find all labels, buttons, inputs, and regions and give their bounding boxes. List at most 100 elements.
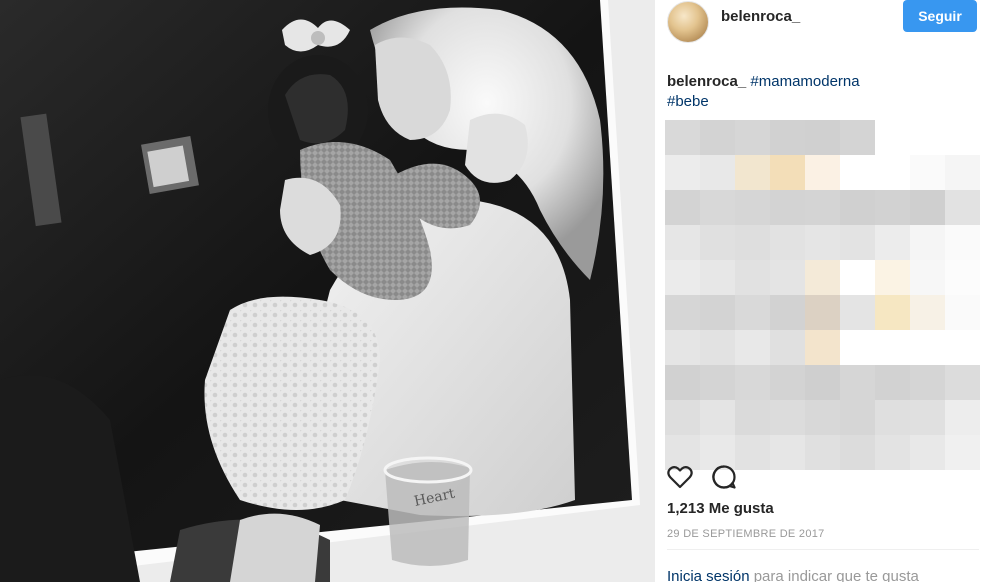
- blurred-cell: [805, 365, 840, 400]
- blurred-cell: [700, 330, 735, 365]
- blurred-cell: [910, 365, 945, 400]
- blurred-cell: [840, 155, 875, 190]
- blurred-cell: [665, 260, 700, 295]
- blurred-cell: [700, 190, 735, 225]
- blurred-cell: [665, 330, 700, 365]
- post-photo[interactable]: Heart: [0, 0, 655, 582]
- blurred-cell: [805, 295, 840, 330]
- login-prompt-text: para indicar que te gusta: [749, 568, 919, 582]
- blurred-cell: [700, 400, 735, 435]
- blurred-cell: [875, 225, 910, 260]
- blurred-cell: [735, 260, 770, 295]
- blurred-cell: [805, 225, 840, 260]
- login-link[interactable]: Inicia sesión: [667, 568, 750, 582]
- blurred-cell: [700, 120, 735, 155]
- caption-username[interactable]: belenroca_: [667, 73, 746, 90]
- blurred-cell: [840, 190, 875, 225]
- blurred-cell: [665, 120, 700, 155]
- blurred-cell: [875, 155, 910, 190]
- blurred-cell: [875, 365, 910, 400]
- blurred-cell: [735, 155, 770, 190]
- blurred-cell: [735, 365, 770, 400]
- blurred-cell: [665, 155, 700, 190]
- blurred-cell: [735, 330, 770, 365]
- blurred-cell: [840, 225, 875, 260]
- hashtag-link[interactable]: #bebe: [667, 93, 709, 110]
- blurred-cell: [945, 435, 980, 470]
- blurred-cell: [665, 295, 700, 330]
- blurred-cell: [840, 295, 875, 330]
- blurred-cell: [805, 260, 840, 295]
- blurred-cell: [945, 155, 980, 190]
- blurred-cell: [875, 435, 910, 470]
- action-bar: [667, 464, 737, 490]
- blurred-cell: [875, 400, 910, 435]
- blurred-cell: [735, 225, 770, 260]
- blurred-cell: [770, 120, 805, 155]
- post-date: 29 DE SEPTIEMBRE DE 2017: [667, 528, 825, 540]
- likes-count[interactable]: 1,213 Me gusta: [667, 500, 774, 517]
- blurred-cell: [875, 260, 910, 295]
- blurred-cell: [875, 295, 910, 330]
- blurred-cell: [770, 295, 805, 330]
- caption: belenroca_ #mamamoderna #bebe: [667, 72, 987, 112]
- hashtag-link[interactable]: #mamamoderna: [750, 73, 859, 90]
- blurred-cell: [735, 190, 770, 225]
- blurred-cell: [665, 190, 700, 225]
- blurred-cell: [910, 225, 945, 260]
- follow-button[interactable]: Seguir: [903, 0, 977, 32]
- blurred-cell: [770, 260, 805, 295]
- blurred-cell: [735, 400, 770, 435]
- blurred-cell: [700, 295, 735, 330]
- blurred-cell: [945, 190, 980, 225]
- blurred-cell: [735, 295, 770, 330]
- blurred-cell: [875, 330, 910, 365]
- blurred-cell: [770, 435, 805, 470]
- blurred-cell: [945, 400, 980, 435]
- blurred-cell: [805, 120, 840, 155]
- login-prompt: Inicia sesión para indicar que te gusta: [667, 568, 919, 582]
- divider: [667, 549, 979, 550]
- blurred-cell: [735, 435, 770, 470]
- blurred-cell: [770, 365, 805, 400]
- blurred-cell: [700, 260, 735, 295]
- blurred-cell: [770, 330, 805, 365]
- post-sidebar: belenroca_ Seguir belenroca_ #mamamodern…: [655, 0, 1000, 582]
- blurred-cell: [945, 295, 980, 330]
- blurred-cell: [875, 190, 910, 225]
- blurred-cell: [840, 330, 875, 365]
- comment-icon[interactable]: [711, 464, 737, 490]
- header-username[interactable]: belenroca_: [721, 8, 800, 25]
- heart-icon[interactable]: [667, 464, 693, 490]
- blurred-cell: [770, 155, 805, 190]
- blurred-cell: [910, 295, 945, 330]
- blurred-cell: [945, 365, 980, 400]
- blurred-cell: [770, 400, 805, 435]
- blurred-cell: [945, 260, 980, 295]
- blurred-cell: [805, 400, 840, 435]
- blurred-cell: [910, 155, 945, 190]
- blurred-cell: [735, 120, 770, 155]
- blurred-cell: [805, 435, 840, 470]
- blurred-comments: [665, 120, 980, 470]
- blurred-cell: [665, 400, 700, 435]
- blurred-cell: [665, 225, 700, 260]
- blurred-cell: [840, 435, 875, 470]
- blurred-cell: [700, 365, 735, 400]
- blurred-cell: [805, 330, 840, 365]
- blurred-cell: [910, 400, 945, 435]
- blurred-cell: [840, 400, 875, 435]
- blurred-cell: [840, 365, 875, 400]
- blurred-cell: [805, 155, 840, 190]
- blurred-cell: [945, 225, 980, 260]
- blurred-cell: [910, 260, 945, 295]
- blurred-cell: [910, 190, 945, 225]
- blurred-cell: [700, 225, 735, 260]
- blurred-cell: [840, 120, 875, 155]
- blurred-cell: [770, 225, 805, 260]
- blurred-cell: [945, 330, 980, 365]
- blurred-cell: [840, 260, 875, 295]
- avatar[interactable]: [667, 1, 709, 43]
- blurred-cell: [665, 365, 700, 400]
- blurred-cell: [910, 330, 945, 365]
